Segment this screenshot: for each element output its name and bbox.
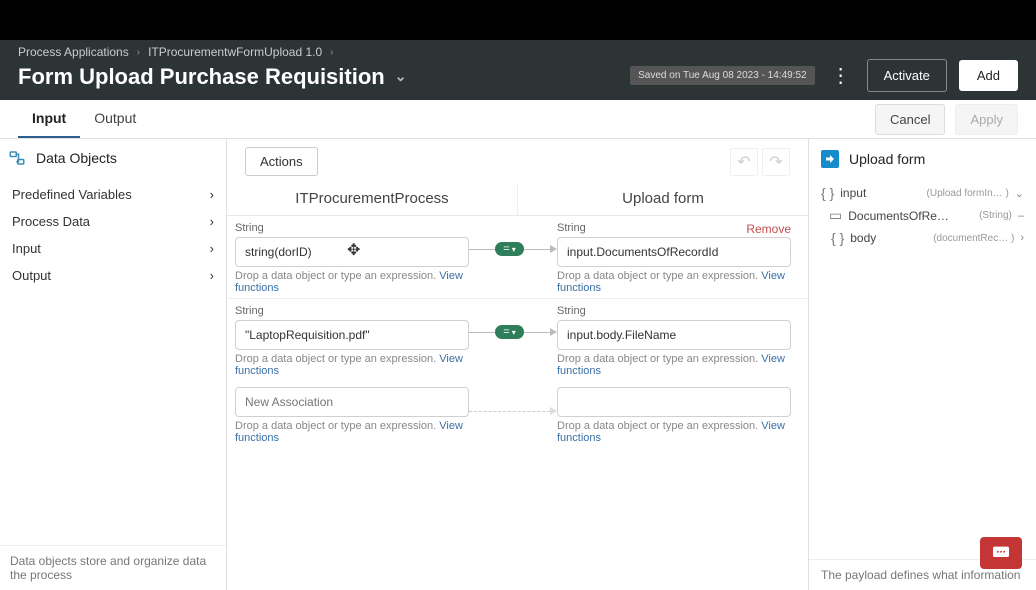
chat-widget[interactable] [980,537,1022,569]
breadcrumb: Process Applications › ITProcurementwFor… [18,40,1018,59]
hint-text: Drop a data object or type an expression… [557,420,758,432]
chevron-right-icon: › [210,268,214,283]
tree-node-input[interactable]: { } input (Upload formIn… ) ⌄ [817,182,1028,204]
object-icon: { } [821,185,834,201]
object-icon: { } [831,230,844,246]
hint-text: Drop a data object or type an expression… [235,420,436,432]
save-status-badge: Saved on Tue Aug 08 2023 - 14:49:52 [630,66,814,85]
payload-title: Upload form [849,151,925,167]
hint-text: Drop a data object or type an expression… [235,353,436,365]
title-text: Form Upload Purchase Requisition [18,64,385,90]
sidebar-item-output[interactable]: Output› [8,262,218,289]
assign-operator[interactable]: = ▾ [495,242,523,256]
kebab-menu-icon[interactable]: ⋮ [827,66,855,86]
chevron-right-icon: › [210,241,214,256]
breadcrumb-item[interactable]: Process Applications [18,45,129,59]
redo-button[interactable]: ↷ [762,148,790,176]
apply-button: Apply [955,104,1018,135]
column-header-left: ITProcurementProcess [227,184,518,215]
tab-input[interactable]: Input [18,100,80,138]
hint-text: Drop a data object or type an expression… [557,353,758,365]
mapping-row: String Drop a data object or type an exp… [227,216,808,299]
chevron-down-icon[interactable]: ⌄ [395,68,407,85]
tree-node-documents[interactable]: ▭ DocumentsOfRe… (String) – [817,204,1028,227]
sidebar-title: Data Objects [36,150,117,166]
source-expression-input[interactable] [235,237,469,267]
new-association-row: Drop a data object or type an expression… [227,381,808,448]
source-expression-input[interactable] [235,320,469,350]
io-tabs: Input Output [18,100,150,138]
sidebar-item-input[interactable]: Input› [8,235,218,262]
sidebar-help-text: Data objects store and organize data the… [0,545,226,590]
actions-button[interactable]: Actions [245,147,318,176]
tab-output[interactable]: Output [80,100,150,138]
target-expression-input[interactable] [557,237,791,267]
payload-panel: Upload form { } input (Upload formIn… ) … [808,139,1036,590]
chevron-right-icon: › [137,47,140,58]
data-objects-panel: Data Objects Predefined Variables› Proce… [0,139,227,590]
chevron-down-icon[interactable]: ⌄ [1015,187,1024,200]
sidebar-item-predefined[interactable]: Predefined Variables› [8,181,218,208]
remove-link[interactable]: Remove [746,222,791,236]
new-association-input[interactable] [235,387,469,417]
hint-text: Drop a data object or type an expression… [235,270,436,282]
chevron-right-icon: › [210,214,214,229]
dash-icon: – [1018,210,1024,222]
app-header: Process Applications › ITProcurementwFor… [0,40,1036,100]
mapping-row: String Drop a data object or type an exp… [227,299,808,381]
type-label: String [557,305,791,317]
cancel-button[interactable]: Cancel [875,104,945,135]
chevron-right-icon[interactable]: › [1020,232,1024,244]
upload-form-icon [821,150,839,168]
activate-button[interactable]: Activate [867,59,947,92]
sidebar-item-process-data[interactable]: Process Data› [8,208,218,235]
tree-node-body[interactable]: { } body (documentRec… ) › [817,227,1028,249]
field-icon: ▭ [829,207,842,224]
hint-text: Drop a data object or type an expression… [557,270,758,282]
chevron-right-icon: › [330,47,333,58]
column-header-right: Upload form [518,184,808,215]
data-objects-icon [8,149,26,167]
undo-button[interactable]: ↶ [730,148,758,176]
type-label: StringRemove [557,222,791,234]
page-title: Form Upload Purchase Requisition ⌄ [18,62,406,90]
type-label: String [235,222,469,234]
breadcrumb-item[interactable]: ITProcurementwFormUpload 1.0 [148,45,322,59]
new-target-input[interactable] [557,387,791,417]
target-expression-input[interactable] [557,320,791,350]
mapping-canvas: Actions ↶ ↷ ITProcurementProcess Upload … [227,139,808,590]
type-label: String [235,305,469,317]
add-button[interactable]: Add [959,60,1018,91]
assign-operator[interactable]: = ▾ [495,325,523,339]
chevron-right-icon: › [210,187,214,202]
